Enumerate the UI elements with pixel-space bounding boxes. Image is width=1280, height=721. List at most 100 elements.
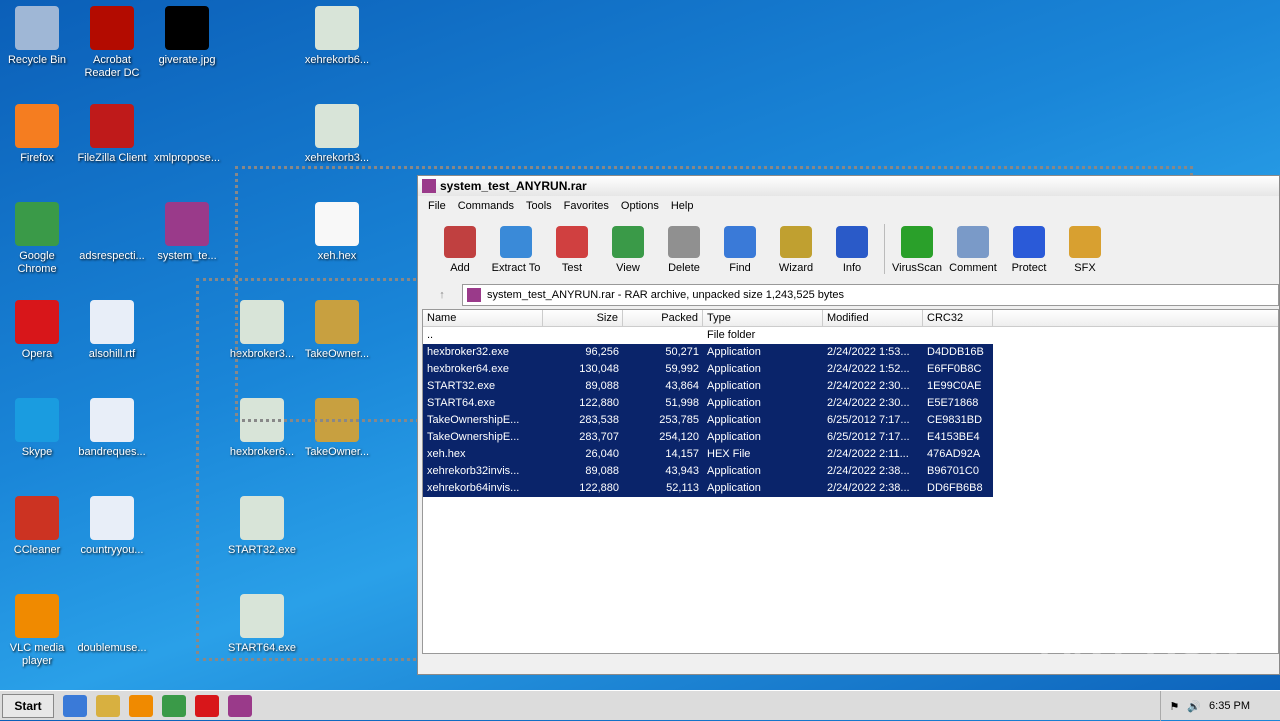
desktop-icon[interactable]: adsrespecti... [75, 202, 149, 263]
clock[interactable]: 6:35 PM [1209, 700, 1250, 712]
column-header-type[interactable]: Type [703, 310, 823, 326]
winrar-window: system_test_ANYRUN.rar File Commands Tools… [417, 175, 1280, 675]
cell-packed: 253,785 [623, 412, 703, 429]
wizard-icon [780, 226, 812, 258]
file-row[interactable]: hexbroker64.exe 130,048 59,992 Application 2… [423, 361, 1278, 378]
app-icon [165, 202, 209, 246]
title-bar[interactable]: system_test_ANYRUN.rar [418, 176, 1279, 196]
app-icon [165, 6, 209, 50]
taskbar-app-icon[interactable] [129, 694, 153, 717]
toolbar-add-button[interactable]: Add [432, 226, 488, 274]
view-icon [612, 226, 644, 258]
menu-help[interactable]: Help [665, 200, 700, 212]
app-icon [15, 398, 59, 442]
taskbar-app-icon[interactable] [228, 694, 252, 717]
desktop-icon[interactable]: START32.exe [225, 496, 299, 557]
desktop-icon[interactable]: xehrekorb6... [300, 6, 374, 67]
up-arrow-icon[interactable]: ↑ [422, 289, 462, 301]
file-list[interactable]: Name Size Packed Type Modified CRC32 .. File f… [422, 309, 1279, 654]
desktop-icon[interactable]: Opera [0, 300, 74, 361]
desktop-icon[interactable]: CCleaner [0, 496, 74, 557]
file-row[interactable]: TakeOwnershipE... 283,538 253,785 Applicati… [423, 412, 1278, 429]
desktop-icon[interactable]: Skype [0, 398, 74, 459]
desktop-icon-label: Firefox [20, 152, 54, 164]
file-row[interactable]: xeh.hex 26,040 14,157 HEX File 2/24/2022 2:1… [423, 446, 1278, 463]
desktop-icon[interactable]: hexbroker6... [225, 398, 299, 459]
desktop-icon[interactable]: FileZilla Client [75, 104, 149, 165]
file-row[interactable]: xehrekorb64invis... 122,880 52,113 Applicat… [423, 480, 1278, 497]
toolbar-sfx-button[interactable]: SFX [1057, 226, 1113, 274]
desktop-icon[interactable]: xeh.hex [300, 202, 374, 263]
toolbar-protect-button[interactable]: Protect [1001, 226, 1057, 274]
taskbar-app-icon[interactable] [195, 694, 219, 717]
file-row[interactable]: START64.exe 122,880 51,998 Application 2/24/… [423, 395, 1278, 412]
cell-name: xehrekorb64invis... [423, 480, 543, 497]
app-icon [90, 104, 134, 148]
column-header-name[interactable]: Name [423, 310, 543, 326]
file-row[interactable]: .. File folder [423, 327, 1278, 344]
desktop-icon[interactable]: doublemuse... [75, 594, 149, 655]
desktop-icon-label: Recycle Bin [7, 54, 67, 66]
desktop-icon[interactable]: giverate.jpg [150, 6, 224, 67]
desktop-icon[interactable]: countryyou... [75, 496, 149, 557]
column-header-packed[interactable]: Packed [623, 310, 703, 326]
address-field[interactable]: system_test_ANYRUN.rar - RAR archive, un… [462, 284, 1279, 306]
desktop-icon[interactable]: hexbroker3... [225, 300, 299, 361]
taskbar-app-icon[interactable] [96, 694, 120, 717]
desktop-icon[interactable]: bandreques... [75, 398, 149, 459]
cell-type: Application [703, 463, 823, 480]
column-header-crc32[interactable]: CRC32 [923, 310, 993, 326]
cell-modified: 2/24/2022 2:11... [823, 446, 923, 463]
toolbar-find-button[interactable]: Find [712, 226, 768, 274]
menu-options[interactable]: Options [615, 200, 665, 212]
toolbar-view-button[interactable]: View [600, 226, 656, 274]
toolbar-delete-button[interactable]: Delete [656, 226, 712, 274]
desktop-icon[interactable]: xehrekorb3... [300, 104, 374, 165]
desktop-icon[interactable]: system_te... [150, 202, 224, 263]
desktop-icon[interactable]: Google Chrome [0, 202, 74, 276]
toolbar-info-button[interactable]: Info [824, 226, 880, 274]
toolbar-test-button[interactable]: Test [544, 226, 600, 274]
desktop-icon[interactable]: xmlpropose... [150, 104, 224, 165]
start-button[interactable]: Start [2, 693, 54, 718]
desktop-icon[interactable]: Firefox [0, 104, 74, 165]
app-icon [165, 104, 209, 148]
toolbar-comment-button[interactable]: Comment [945, 226, 1001, 274]
desktop-icon[interactable]: VLC media player [0, 594, 74, 668]
column-header-size[interactable]: Size [543, 310, 623, 326]
taskbar-app-icon[interactable] [162, 694, 186, 717]
toolbar-separator [884, 224, 885, 274]
app-icon [90, 496, 134, 540]
file-row[interactable]: TakeOwnershipE... 283,707 254,120 Applicati… [423, 429, 1278, 446]
file-row[interactable]: xehrekorb32invis... 89,088 43,943 Applicati… [423, 463, 1278, 480]
taskbar: Start ⚑ 🔊 6:35 PM [0, 690, 1280, 721]
toolbar-wizard-button[interactable]: Wizard [768, 226, 824, 274]
desktop-icon[interactable]: Acrobat Reader DC [75, 6, 149, 80]
toolbar-extract-to-button[interactable]: Extract To [488, 226, 544, 274]
desktop-icon[interactable]: START64.exe [225, 594, 299, 655]
menu-file[interactable]: File [422, 200, 452, 212]
volume-icon[interactable]: 🔊 [1187, 700, 1201, 713]
desktop-icon-label: hexbroker6... [229, 446, 295, 458]
cell-size: 96,256 [543, 344, 623, 361]
desktop-icon-label: CCleaner [13, 544, 61, 556]
menu-commands[interactable]: Commands [452, 200, 520, 212]
desktop-icon-label: adsrespecti... [79, 250, 145, 262]
desktop-icon[interactable]: TakeOwner... [300, 398, 374, 459]
desktop-icon-label: alsohill.rtf [88, 348, 136, 360]
desktop-icon[interactable]: Recycle Bin [0, 6, 74, 67]
menu-favorites[interactable]: Favorites [558, 200, 615, 212]
file-row[interactable]: hexbroker32.exe 96,256 50,271 Application 2/… [423, 344, 1278, 361]
file-row[interactable]: START32.exe 89,088 43,864 Application 2/24/2… [423, 378, 1278, 395]
cell-size: 283,538 [543, 412, 623, 429]
desktop-icon[interactable]: alsohill.rtf [75, 300, 149, 361]
flag-icon[interactable]: ⚑ [1169, 700, 1179, 713]
taskbar-app-icon[interactable] [63, 694, 87, 717]
toolbar-virusscan-button[interactable]: VirusScan [889, 226, 945, 274]
desktop-icon[interactable]: TakeOwner... [300, 300, 374, 361]
toolbar-label: Delete [668, 262, 700, 274]
cell-type: File folder [707, 329, 756, 341]
column-header-modified[interactable]: Modified [823, 310, 923, 326]
desktop-icon-label: VLC media player [9, 642, 65, 667]
menu-tools[interactable]: Tools [520, 200, 558, 212]
